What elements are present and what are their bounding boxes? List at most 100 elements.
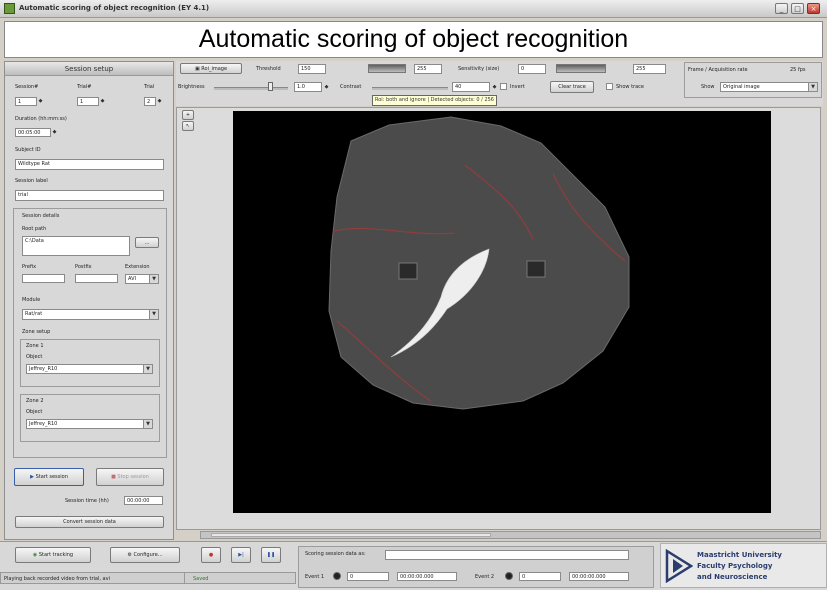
subject-id-label: Subject ID (15, 147, 41, 153)
configure-label: Configure... (133, 552, 163, 558)
maximize-icon[interactable]: □ (791, 3, 804, 14)
module-value: Rat/rat (25, 311, 43, 317)
video-display[interactable] (233, 111, 771, 513)
arena-frame (328, 116, 630, 410)
browse-button[interactable]: ... (135, 237, 159, 248)
close-icon[interactable]: × (807, 3, 820, 14)
session-number-spinner[interactable]: ◆ (38, 97, 43, 105)
subject-id-field[interactable]: Wildtype Rat (15, 159, 164, 170)
module-label: Module (22, 297, 41, 303)
sensitivity-label: Sensitivity (size) (458, 66, 500, 72)
zone-2-object-value: Jeffrey_R10 (29, 421, 58, 427)
zone-1-object-value: Jeffrey_R10 (29, 366, 58, 372)
zone-2-group: Zone 2 Object Jeffrey_R10 ▼ (20, 394, 160, 442)
module-select[interactable]: Rat/rat ▼ (22, 309, 159, 320)
sensitivity-slider[interactable] (556, 64, 606, 73)
status-text: Playing back recorded video from trial, … (4, 576, 110, 582)
chevron-down-icon[interactable]: ▼ (149, 275, 158, 283)
extension-select[interactable]: AVI ▼ (125, 274, 159, 284)
roi-image-button[interactable]: ▣ Roi_image (180, 63, 242, 74)
show-label: Show (701, 84, 715, 90)
trial-spinner[interactable]: ◆ (157, 97, 162, 105)
zone-2-object-label: Object (26, 409, 43, 415)
root-path-field[interactable]: C:\Data (22, 236, 130, 256)
contrast-field[interactable]: 40 (452, 82, 490, 92)
stop-session-label: Stop session (117, 474, 149, 480)
configure-button[interactable]: ⚙ Configure... (110, 547, 180, 563)
threshold-field[interactable]: 150 (298, 64, 326, 74)
scoring-status-label: Scoring session data as: (305, 551, 366, 557)
show-value: Original image (723, 84, 760, 90)
sensitivity-field[interactable]: 0 (518, 64, 546, 74)
logo-line-3: and Neuroscience (697, 573, 768, 581)
scoring-status-field (385, 550, 629, 560)
scrollbar-thumb[interactable] (211, 533, 491, 537)
chevron-down-icon[interactable]: ▼ (143, 365, 152, 373)
zone-1-label: Zone 1 (26, 343, 44, 349)
step-forward-icon[interactable]: ▶| (231, 547, 251, 563)
threshold-label: Threshold (256, 66, 281, 72)
sensitivity-max-field[interactable]: 255 (633, 64, 666, 74)
invert-label: Invert (510, 84, 525, 90)
record-icon[interactable]: ● (201, 547, 221, 563)
crosshair-icon[interactable]: + (182, 110, 194, 120)
event-2-label: Event 2 (475, 574, 495, 580)
threshold-slider[interactable] (368, 64, 406, 73)
brightness-slider-thumb[interactable] (268, 82, 273, 91)
video-toolbar: ▣ Roi_image Threshold 150 255 Sensitivit… (176, 61, 823, 106)
event-1-time: 00:00:00.000 (397, 572, 457, 581)
brightness-label: Brightness (178, 84, 205, 90)
trial-field[interactable]: 2 (144, 97, 156, 106)
contrast-spinner[interactable]: ◆ (492, 83, 497, 91)
zone-1-object-select[interactable]: Jeffrey_R10 ▼ (26, 364, 153, 374)
duration-field[interactable]: 00:05:00 (15, 128, 51, 137)
start-session-button[interactable]: ▶ Start session (14, 468, 84, 486)
start-tracking-button[interactable]: ◉ Start tracking (15, 547, 91, 563)
zone-1-object-label: Object (26, 354, 43, 360)
frame-rate-group: Frame / Acquisition rate 25 fps Show Ori… (684, 62, 822, 98)
logo-line-1: Maastricht University (697, 551, 782, 559)
session-number-label: Session# (15, 84, 39, 90)
contrast-slider[interactable] (372, 87, 448, 90)
session-label-field[interactable]: trial (15, 190, 164, 201)
zone-2-label: Zone 2 (26, 398, 44, 404)
scoring-group: Scoring session data as: Event 1 0 00:00… (298, 546, 654, 588)
show-trace-checkbox[interactable] (606, 83, 613, 90)
prefix-field[interactable] (22, 274, 65, 283)
threshold-max-field[interactable]: 255 (414, 64, 442, 74)
postfix-label: Postfix (75, 264, 92, 270)
trial-label: Trial (144, 84, 155, 90)
zone-2-object-select[interactable]: Jeffrey_R10 ▼ (26, 419, 153, 429)
zone-setup-label: Zone setup (22, 329, 51, 335)
show-select[interactable]: Original image ▼ (720, 82, 818, 92)
chevron-down-icon[interactable]: ▼ (143, 420, 152, 428)
trial-number-label: Trial# (77, 84, 92, 90)
duration-spinner[interactable]: ◆ (52, 128, 57, 136)
brightness-slider[interactable] (214, 87, 288, 90)
extension-label: Extension (125, 264, 150, 270)
minimize-icon[interactable]: _ (775, 3, 788, 14)
window-title: Automatic scoring of object recognition … (19, 4, 210, 12)
logo-line-2: Faculty Psychology (697, 562, 773, 570)
cursor-icon[interactable]: ↖ (182, 121, 194, 131)
invert-checkbox[interactable] (500, 83, 507, 90)
chevron-down-icon[interactable]: ▼ (808, 83, 817, 91)
horizontal-scrollbar[interactable] (200, 531, 821, 539)
trial-number-field[interactable]: 1 (77, 97, 99, 106)
convert-session-data-button[interactable]: Convert session data (15, 516, 164, 528)
stop-session-button[interactable]: ■ Stop session (96, 468, 164, 486)
clear-trace-button[interactable]: Clear trace (550, 81, 594, 93)
trial-number-spinner[interactable]: ◆ (100, 97, 105, 105)
event-2-count: 0 (519, 572, 561, 581)
session-number-field[interactable]: 1 (15, 97, 37, 106)
postfix-field[interactable] (75, 274, 118, 283)
chevron-down-icon[interactable]: ▼ (149, 310, 158, 319)
show-trace-label: Show trace (616, 84, 644, 90)
object-zone-2 (526, 260, 546, 278)
pause-icon[interactable]: ❚❚ (261, 547, 281, 563)
session-details-label: Session details (22, 213, 60, 219)
brightness-field[interactable]: 1.0 (294, 82, 322, 92)
window-titlebar: Automatic scoring of object recognition … (0, 0, 827, 18)
brightness-spinner[interactable]: ◆ (324, 83, 329, 91)
university-logo-area: Maastricht University Faculty Psychology… (660, 543, 827, 588)
